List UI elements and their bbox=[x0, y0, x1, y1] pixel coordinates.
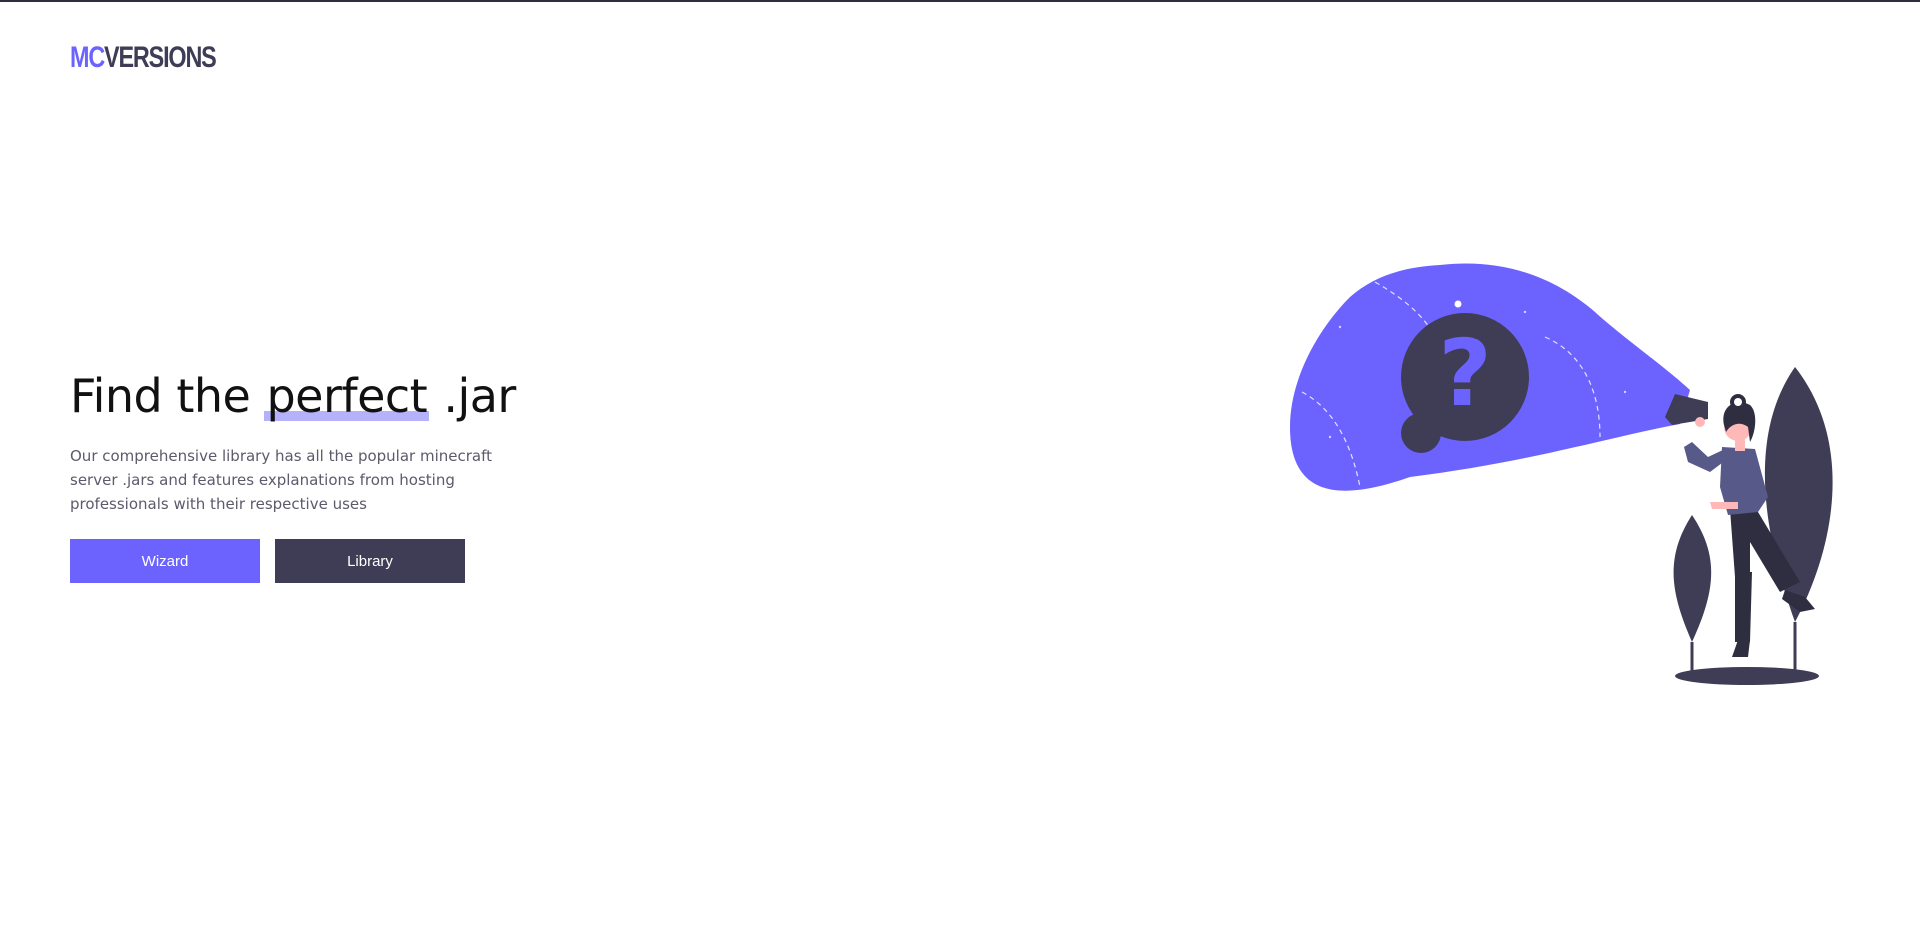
question-glyph: ? bbox=[1438, 320, 1491, 427]
headline-highlight: perfect bbox=[264, 369, 430, 423]
headline-before: Find the bbox=[70, 369, 265, 423]
hero-actions: Wizard Library bbox=[70, 539, 465, 583]
wizard-button[interactable]: Wizard bbox=[70, 539, 260, 583]
ground-shadow bbox=[1675, 667, 1819, 685]
small-dot bbox=[1454, 300, 1462, 308]
large-leaf bbox=[1764, 367, 1833, 622]
logo-prefix: MC bbox=[70, 41, 105, 74]
hero-description: Our comprehensive library has all the po… bbox=[70, 447, 492, 513]
library-button[interactable]: Library bbox=[275, 539, 465, 583]
question-mark-searchlight-illustration: ? bbox=[1290, 263, 1833, 685]
logo-suffix: VERSIONS bbox=[104, 41, 217, 74]
hero-section: Find the perfect .jar Our comprehensive … bbox=[70, 366, 530, 516]
brand-logo[interactable]: MCVERSIONS bbox=[70, 40, 217, 76]
small-leaf bbox=[1673, 515, 1712, 642]
page-title: Find the perfect .jar bbox=[70, 366, 530, 426]
headline-after: .jar bbox=[429, 369, 516, 423]
